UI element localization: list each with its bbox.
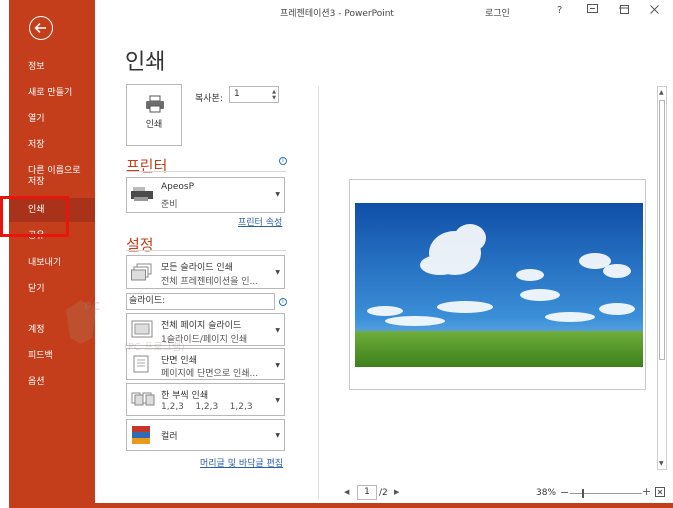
printer-properties-link[interactable]: 프린터 속성 <box>238 215 282 228</box>
scroll-thumb[interactable] <box>659 100 665 360</box>
fit-to-window-icon[interactable] <box>655 487 665 500</box>
one-sided-icon <box>133 355 149 373</box>
full-page-slide-icon <box>131 320 153 338</box>
chevron-down-icon: ▼ <box>275 432 280 439</box>
zoom-out-icon[interactable]: − <box>560 486 569 499</box>
collate-dropdown[interactable]: 한 부씩 인쇄 1,2,3 1,2,3 1,2,3 ▼ <box>126 383 285 416</box>
info-icon[interactable]: i <box>279 157 287 165</box>
chevron-down-icon: ▼ <box>275 327 280 334</box>
close-icon[interactable] <box>650 5 659 17</box>
page-number-input[interactable]: 1 <box>357 485 377 500</box>
printer-name: ApeosP <box>161 182 195 192</box>
collate-icon <box>131 392 155 406</box>
header-footer-link[interactable]: 머리글 및 바닥글 편집 <box>200 456 283 469</box>
slides-stack-icon <box>131 263 152 281</box>
layout-title: 전체 페이지 슬라이드 <box>161 321 242 331</box>
copies-spinbox[interactable]: 1 ▲ ▼ <box>229 86 279 103</box>
chevron-down-icon: ▼ <box>275 191 280 198</box>
watermark: PC (PC 프로그램) <box>62 298 185 353</box>
prev-page-icon[interactable]: ◀ <box>344 488 349 496</box>
print-range-title: 모든 슬라이드 인쇄 <box>161 263 233 273</box>
spin-down-icon[interactable]: ▼ <box>272 95 276 101</box>
zoom-in-icon[interactable]: + <box>642 485 651 498</box>
sidebar-item-save[interactable]: 저장 <box>9 140 95 151</box>
printer-device-icon <box>131 187 153 201</box>
printer-section-title: 프린터 <box>126 157 168 175</box>
ribbon-display-icon[interactable] <box>587 3 598 17</box>
title-bar: 프레젠테이션3 - PowerPoint 로그인 ? <box>95 0 673 22</box>
collate-desc: 1,2,3 1,2,3 1,2,3 <box>161 402 253 412</box>
color-title: 컬러 <box>161 432 178 442</box>
print-button-label: 인쇄 <box>145 120 163 130</box>
sidebar-item-export[interactable]: 내보내기 <box>9 258 95 269</box>
help-button[interactable]: ? <box>557 5 562 16</box>
sidebar-item-new[interactable]: 새로 만들기 <box>9 88 95 99</box>
watermark-subtext: (PC 프로그램) <box>124 342 185 353</box>
chevron-down-icon: ▼ <box>275 269 280 276</box>
slides-label: 슬라이드: <box>129 296 166 306</box>
print-range-desc: 전체 프레젠테이션을 인... <box>161 277 259 287</box>
total-pages: /2 <box>379 488 388 498</box>
settings-section-title: 설정 <box>126 236 154 254</box>
sides-desc: 페이지에 단면으로 인쇄... <box>161 369 259 379</box>
printer-icon <box>146 95 164 113</box>
next-page-icon[interactable]: ▶ <box>394 488 399 496</box>
zoom-level[interactable]: 38% <box>536 488 556 498</box>
watermark-text: PC <box>84 300 101 313</box>
divider <box>126 250 286 251</box>
chevron-down-icon: ▼ <box>275 397 280 404</box>
preview-divider <box>318 86 319 500</box>
printer-status: 준비 <box>161 200 178 210</box>
info-icon[interactable]: i <box>279 298 287 306</box>
sidebar-item-open[interactable]: 열기 <box>9 114 95 125</box>
sides-title: 단면 인쇄 <box>161 356 197 366</box>
scroll-up-icon[interactable]: ▲ <box>659 89 664 96</box>
preview-vertical-scrollbar[interactable]: ▲ ▼ <box>657 86 667 470</box>
login-link[interactable]: 로그인 <box>485 6 510 19</box>
sidebar-item-save-as[interactable]: 다른 이름으로 저장 <box>9 166 89 188</box>
copies-label: 복사본: <box>195 94 223 104</box>
bottom-accent-bar <box>9 503 673 508</box>
slide-image <box>355 203 643 367</box>
slides-input[interactable]: 슬라이드: <box>126 293 275 310</box>
sidebar-item-info[interactable]: 정보 <box>9 62 95 73</box>
sidebar-item-close[interactable]: 닫기 <box>9 284 95 295</box>
page-title: 인쇄 <box>125 50 166 75</box>
backstage-sidebar: 정보 새로 만들기 열기 저장 다른 이름으로 저장 인쇄 공유 내보내기 닫기… <box>9 0 95 508</box>
color-swatch-icon <box>132 426 150 444</box>
divider <box>126 171 286 172</box>
scroll-down-icon[interactable]: ▼ <box>659 460 664 467</box>
highlight-box <box>0 196 69 237</box>
zoom-slider[interactable] <box>570 493 642 494</box>
print-button[interactable]: 인쇄 <box>126 84 182 146</box>
printer-dropdown[interactable]: ApeosP 준비 ▼ <box>126 177 285 213</box>
slide-preview <box>349 179 646 390</box>
color-dropdown[interactable]: 컬러 ▼ <box>126 419 285 451</box>
back-arrow-icon[interactable] <box>29 16 53 40</box>
copies-value: 1 <box>234 89 240 99</box>
sidebar-item-feedback[interactable]: 피드백 <box>9 351 95 362</box>
window-title: 프레젠테이션3 - PowerPoint <box>280 9 394 19</box>
sidebar-item-options[interactable]: 옵션 <box>9 377 95 388</box>
print-range-dropdown[interactable]: 모든 슬라이드 인쇄 전체 프레젠테이션을 인... ▼ <box>126 255 285 289</box>
zoom-slider-thumb[interactable] <box>582 489 584 498</box>
restore-icon[interactable] <box>620 5 629 17</box>
preview-footer: ◀ 1 /2 ▶ 38% − + <box>318 484 673 502</box>
chevron-down-icon: ▼ <box>275 362 280 369</box>
collate-title: 한 부씩 인쇄 <box>161 391 209 401</box>
